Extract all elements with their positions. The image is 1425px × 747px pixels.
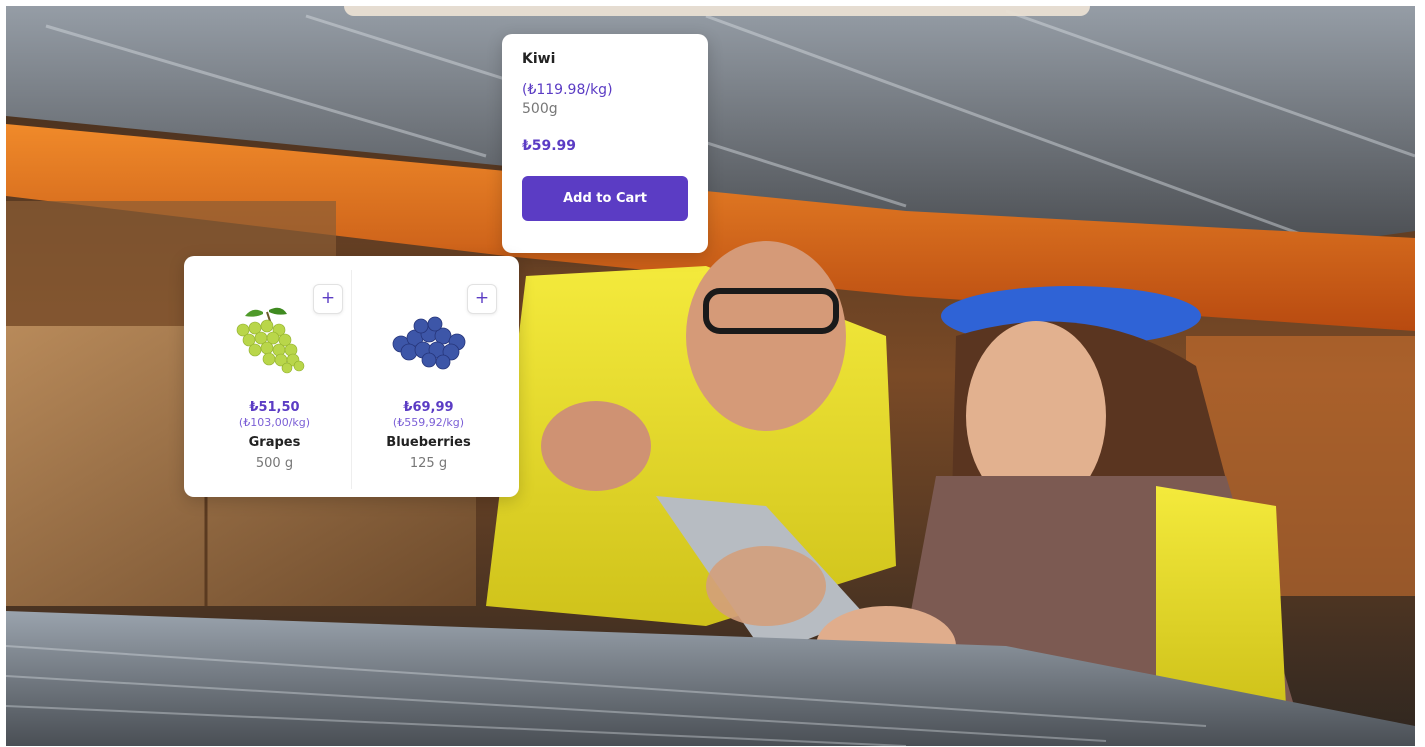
product-weight: 500 g (255, 456, 294, 471)
unit-price: (₺119.98/kg) (522, 82, 613, 98)
add-to-cart-button[interactable]: Add to Cart (522, 176, 688, 221)
add-grapes-button[interactable]: + (313, 284, 343, 314)
kiwi-product-popup: Kiwi (₺119.98/kg) 500g ₺59.99 Add to Car… (502, 34, 708, 253)
product-weight: 500g (522, 101, 558, 117)
product-list-card: + ₺51,50 (₺103,00/kg) Grapes 500 g + ₺69… (184, 256, 519, 497)
unit-price: (₺559,92/kg) (392, 416, 465, 429)
product-card-grapes[interactable]: + ₺51,50 (₺103,00/kg) Grapes 500 g (198, 270, 351, 489)
product-price: ₺69,99 (403, 400, 454, 415)
unit-price: (₺103,00/kg) (238, 416, 311, 429)
blueberries-image (392, 316, 465, 370)
product-price: ₺59.99 (522, 138, 577, 154)
product-name: Grapes (248, 435, 301, 450)
product-name: Blueberries (386, 435, 471, 450)
top-overlay-bar (344, 6, 1090, 16)
product-name: Kiwi (522, 51, 556, 67)
product-price: ₺51,50 (249, 400, 300, 415)
product-weight: 125 g (409, 456, 448, 471)
add-blueberries-button[interactable]: + (467, 284, 497, 314)
product-card-blueberries[interactable]: + ₺69,99 (₺559,92/kg) Blueberries 125 g (351, 270, 505, 489)
grapes-image (236, 307, 304, 374)
